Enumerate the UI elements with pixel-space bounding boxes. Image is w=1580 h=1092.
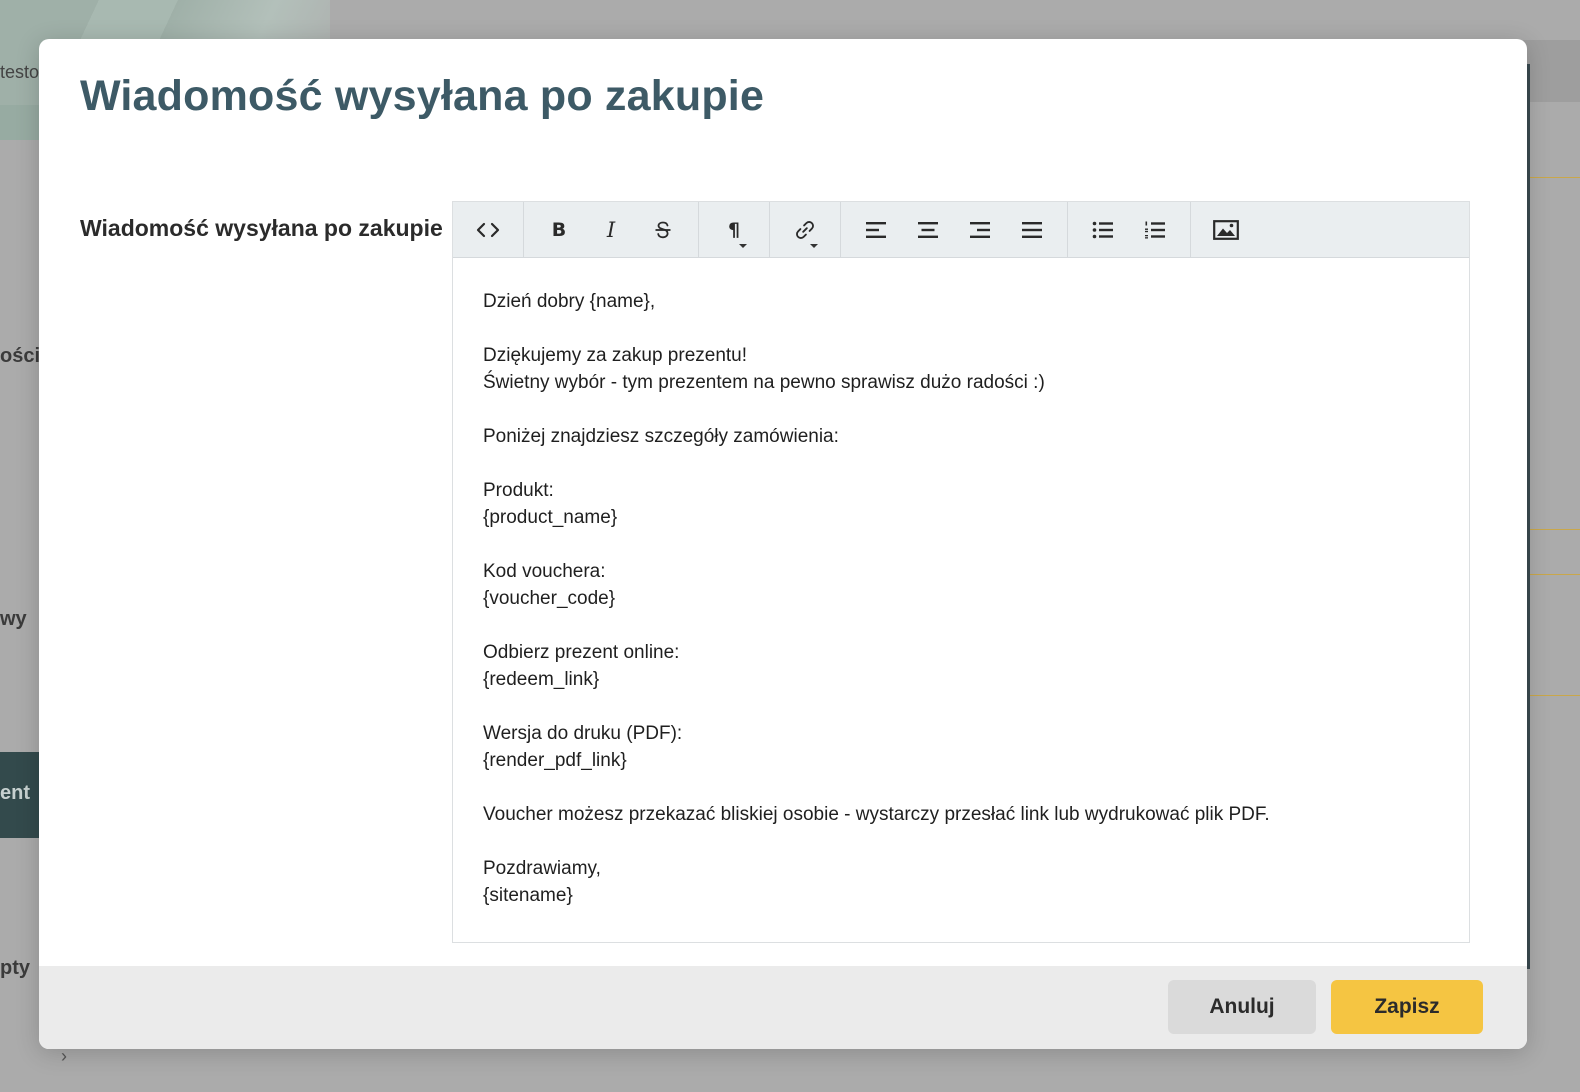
paragraph-format-button[interactable]: ¶ <box>708 202 760 257</box>
image-icon[interactable] <box>1200 202 1252 257</box>
editor-text-line: Voucher możesz przekazać bliskiej osobie… <box>483 804 1270 825</box>
background-nav-label: ent <box>0 782 30 804</box>
editor-text-line: {redeem_link} <box>483 669 600 690</box>
paragraph-icon: ¶ <box>727 218 741 241</box>
background-nav-label: pty <box>0 957 30 979</box>
align-left-icon[interactable] <box>850 202 902 257</box>
italic-button[interactable]: I <box>585 202 637 257</box>
editor-text-line <box>483 612 1439 639</box>
background-divider <box>1530 574 1580 575</box>
editor-text-line: {render_pdf_link} <box>483 750 627 771</box>
message-modal: Wiadomość wysyłana po zakupie Wiadomość … <box>39 39 1527 1049</box>
numbered-list-icon[interactable] <box>1129 202 1181 257</box>
background-nav-label: ości <box>0 345 41 367</box>
background-divider <box>1530 177 1580 178</box>
chevron-right-icon: › <box>61 1046 67 1066</box>
save-button[interactable]: Zapisz <box>1331 980 1483 1034</box>
field-label: Wiadomość wysyłana po zakupie <box>80 215 443 241</box>
align-justify-icon[interactable] <box>1006 202 1058 257</box>
editor-text-line: Kod vouchera: <box>483 561 606 582</box>
modal-footer: Anuluj Zapisz <box>39 966 1527 1049</box>
bullet-list-icon[interactable] <box>1077 202 1129 257</box>
editor-text-line <box>483 693 1439 720</box>
background-banner-strip <box>0 105 40 140</box>
editor-text-line: Świetny wybór - tym prezentem na pewno s… <box>483 372 1045 393</box>
editor-text-line: Odbierz prezent online: <box>483 642 680 663</box>
background-divider <box>1530 529 1580 530</box>
editor-content-area[interactable]: Dzień dobry {name}, Dziękujemy za zakup p… <box>453 258 1469 942</box>
editor-text-line: {product_name} <box>483 507 618 528</box>
editor-text-line: {voucher_code} <box>483 588 616 609</box>
bold-button[interactable]: B <box>533 202 585 257</box>
editor-text-line: Pozdrawiamy, <box>483 858 601 879</box>
modal-title: Wiadomość wysyłana po zakupie <box>80 72 765 120</box>
chevron-down-icon <box>739 244 747 248</box>
editor-text-line: Dziękujemy za zakup prezentu! <box>483 345 748 366</box>
editor-toolbar: B I ¶ <box>453 202 1469 258</box>
bold-icon: B <box>551 218 567 241</box>
background-tab-label: testo <box>0 62 40 82</box>
background-divider <box>1530 695 1580 696</box>
editor-text-line <box>483 531 1439 558</box>
background-nav-label: wy <box>0 608 27 630</box>
italic-icon: I <box>606 217 616 242</box>
editor-text-line: Dzień dobry {name}, <box>483 291 656 312</box>
editor-text-line <box>483 315 1439 342</box>
code-view-icon[interactable] <box>462 202 514 257</box>
editor-text-line: {sitename} <box>483 885 573 906</box>
editor-text-line <box>483 450 1439 477</box>
editor-text-line <box>483 396 1439 423</box>
editor-text-line: Wersja do druku (PDF): <box>483 723 683 744</box>
link-icon[interactable] <box>779 202 831 257</box>
chevron-down-icon <box>810 244 818 248</box>
editor-text-line: Poniżej znajdziesz szczegóły zamówienia: <box>483 426 839 447</box>
cancel-button[interactable]: Anuluj <box>1168 980 1316 1034</box>
editor-text-line <box>483 828 1439 855</box>
editor-text-line <box>483 774 1439 801</box>
editor-text-line: Produkt: <box>483 480 554 501</box>
strikethrough-icon[interactable] <box>637 202 689 257</box>
align-right-icon[interactable] <box>954 202 1006 257</box>
rich-text-editor: B I ¶ Dzień dobry {name}, Dziękujemy za … <box>452 201 1470 943</box>
align-center-icon[interactable] <box>902 202 954 257</box>
